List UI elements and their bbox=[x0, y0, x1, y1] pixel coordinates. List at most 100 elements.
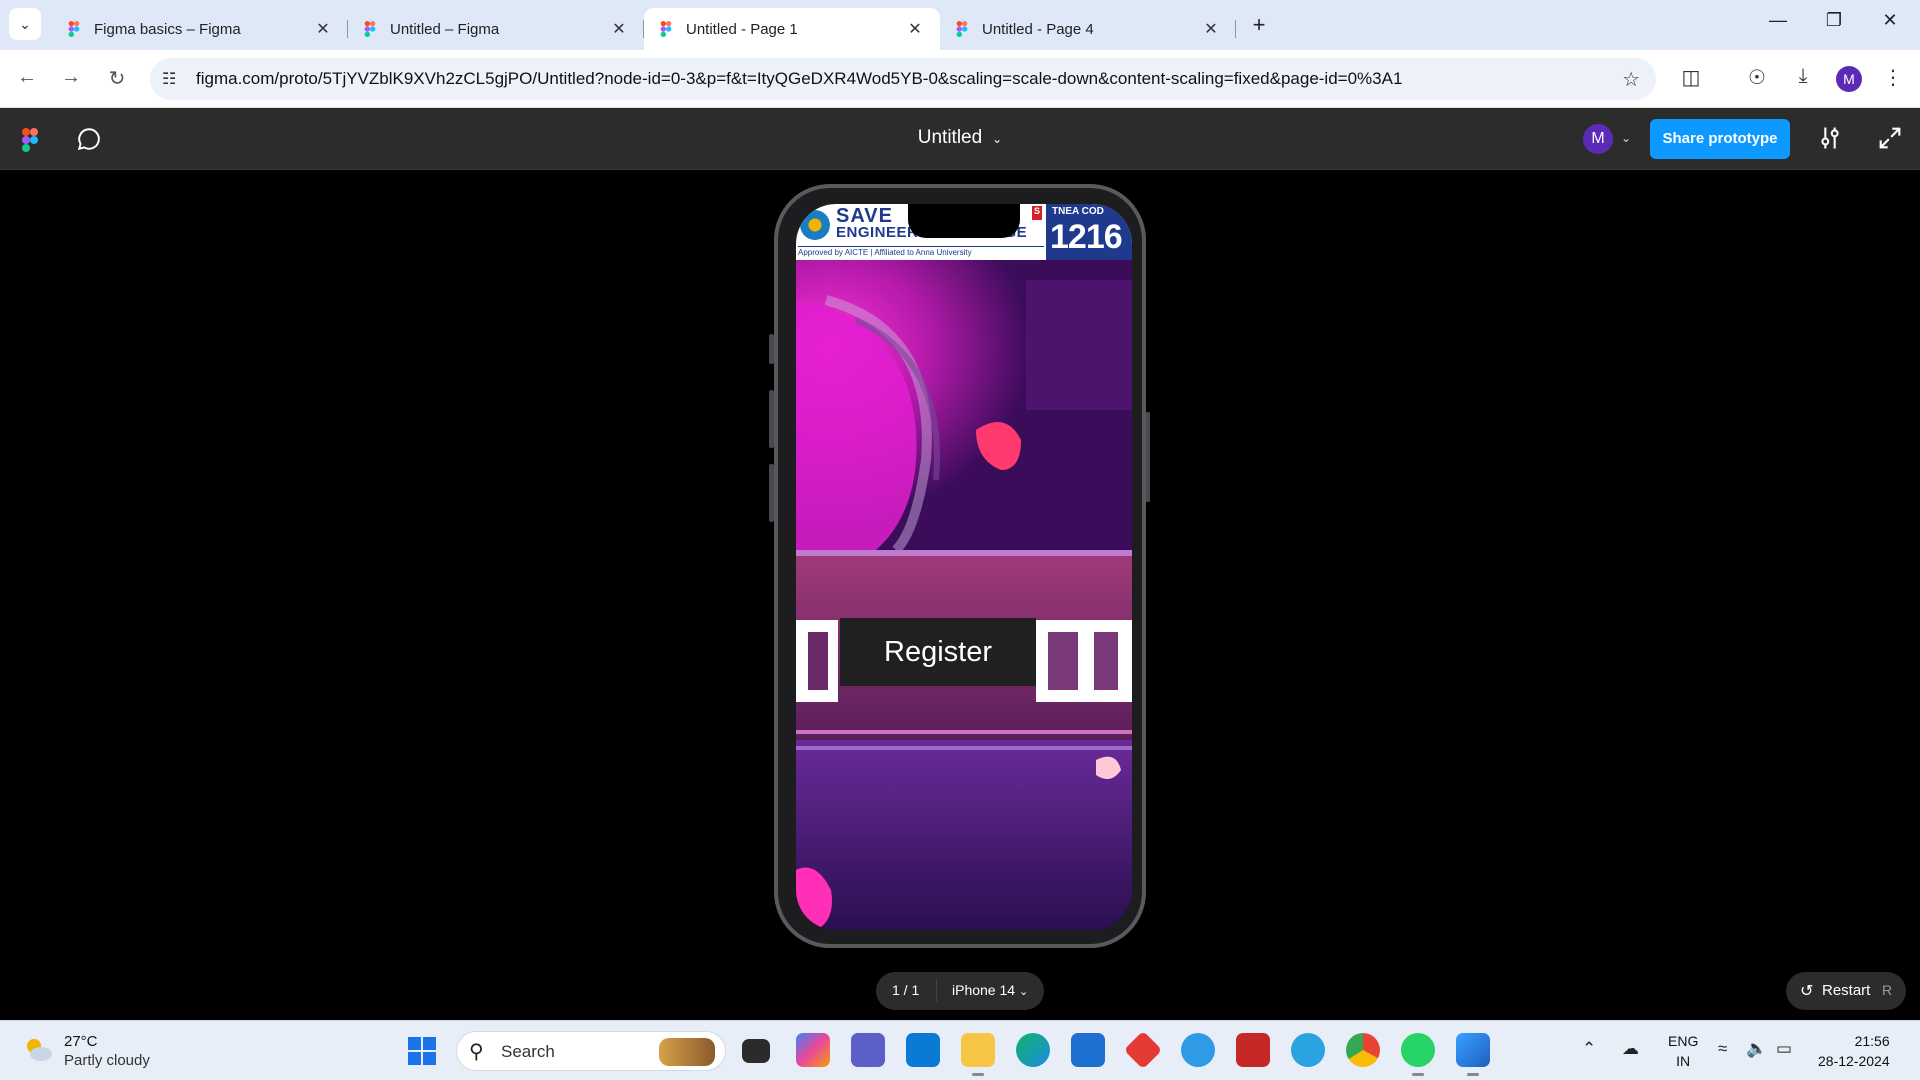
arrow-left-icon: ← bbox=[17, 66, 37, 88]
git-icon[interactable] bbox=[1123, 1030, 1163, 1070]
windows-logo-icon bbox=[408, 1037, 421, 1050]
minimize-icon: — bbox=[1769, 10, 1787, 30]
browser-tab-active[interactable]: Untitled - Page 1 ✕ bbox=[644, 8, 940, 50]
search-highlight-image bbox=[659, 1038, 715, 1066]
settings-sliders-icon[interactable] bbox=[1816, 124, 1844, 152]
tab-separator bbox=[1235, 20, 1236, 38]
partly-cloudy-icon[interactable] bbox=[22, 1035, 54, 1063]
browser-tab[interactable]: Figma basics – Figma ✕ bbox=[52, 8, 348, 50]
download-icon[interactable]: ⤓ bbox=[1788, 65, 1818, 88]
copilot-icon[interactable] bbox=[796, 1033, 830, 1067]
windows-taskbar: 27°C Partly cloudy ⚲ Search ⌃ ☁ ENG IN ≈… bbox=[0, 1020, 1920, 1080]
chevron-down-icon: ⌄ bbox=[992, 132, 1003, 146]
tab-search-button[interactable]: ⌄ bbox=[9, 8, 41, 40]
system-clock[interactable]: 21:56 28-12-2024 bbox=[1818, 1031, 1890, 1071]
store-icon[interactable] bbox=[1071, 1033, 1105, 1067]
browser-tab[interactable]: Untitled - Page 4 ✕ bbox=[940, 8, 1236, 50]
restart-shortcut: R bbox=[1882, 982, 1893, 998]
file-explorer-icon[interactable] bbox=[961, 1033, 995, 1076]
chrome-icon[interactable] bbox=[1346, 1033, 1380, 1067]
new-tab-button[interactable]: + bbox=[1246, 12, 1272, 38]
telegram-icon[interactable] bbox=[1291, 1033, 1325, 1067]
language-indicator[interactable]: ENG IN bbox=[1668, 1031, 1698, 1071]
forward-button[interactable]: → bbox=[56, 66, 86, 89]
address-bar[interactable]: ☷ figma.com/proto/5TjYVZblK9XVh2zCL5gjPO… bbox=[150, 58, 1656, 100]
page-counter: 1 / 1 bbox=[892, 982, 920, 998]
register-button[interactable]: Register bbox=[840, 618, 1036, 686]
close-icon[interactable]: ✕ bbox=[1200, 19, 1222, 39]
windows-logo-icon bbox=[423, 1037, 436, 1050]
close-window-button[interactable]: ✕ bbox=[1870, 10, 1910, 31]
tnea-code: 1216 bbox=[1050, 218, 1123, 256]
clock-time: 21:56 bbox=[1854, 1033, 1890, 1049]
tab-title: Untitled - Page 1 bbox=[686, 20, 798, 38]
tab-title: Untitled – Figma bbox=[390, 20, 500, 38]
url-text: figma.com/proto/5TjYVZblK9XVh2zCL5gjPO/U… bbox=[196, 69, 1403, 88]
restart-label: Restart bbox=[1822, 982, 1871, 999]
language-region: IN bbox=[1676, 1053, 1691, 1069]
browser-tab[interactable]: Untitled – Figma ✕ bbox=[348, 8, 644, 50]
back-button[interactable]: ← bbox=[12, 66, 42, 89]
share-prototype-button[interactable]: Share prototype bbox=[1650, 119, 1790, 159]
show-hidden-icons-chevron-icon[interactable]: ⌃ bbox=[1582, 1039, 1596, 1059]
edge-icon[interactable] bbox=[1016, 1033, 1050, 1067]
chevron-down-icon: ⌄ bbox=[1621, 131, 1632, 145]
mcafee-icon[interactable] bbox=[1236, 1033, 1270, 1067]
teams-icon[interactable] bbox=[851, 1033, 885, 1067]
file-title-menu[interactable]: Untitled ⌄ bbox=[900, 127, 1020, 149]
feedback-icon[interactable] bbox=[1181, 1033, 1215, 1067]
chevron-down-icon: ⌄ bbox=[1018, 986, 1029, 998]
user-avatar: M bbox=[1583, 124, 1613, 154]
file-title: Untitled bbox=[917, 127, 983, 148]
language-code: ENG bbox=[1668, 1033, 1699, 1049]
close-icon[interactable]: ✕ bbox=[904, 19, 926, 39]
site-info-icon[interactable]: ☷ bbox=[162, 69, 176, 89]
battery-icon[interactable]: ▭ bbox=[1776, 1039, 1792, 1059]
figma-favicon-icon bbox=[660, 21, 672, 37]
plus-icon: + bbox=[1252, 12, 1266, 37]
vscode-icon[interactable] bbox=[906, 1033, 940, 1067]
close-icon[interactable]: ✕ bbox=[312, 19, 334, 39]
restore-button[interactable]: ❐ bbox=[1814, 10, 1854, 31]
figma-logo-icon[interactable] bbox=[22, 128, 38, 152]
profile-avatar[interactable]: M bbox=[1836, 66, 1862, 92]
chevron-down-icon: ⌄ bbox=[19, 15, 31, 32]
search-icon: ⚲ bbox=[469, 1041, 484, 1063]
close-icon[interactable]: ✕ bbox=[608, 19, 630, 39]
figma-favicon-icon bbox=[68, 21, 80, 37]
weather-temperature: 27°C bbox=[64, 1033, 98, 1050]
taskbar-search-label: Search bbox=[501, 1042, 555, 1061]
tnea-code-box: TNEA COD 1216 bbox=[1046, 204, 1132, 260]
wifi-icon[interactable]: ≈ bbox=[1718, 1039, 1727, 1059]
weather-description: Partly cloudy bbox=[64, 1052, 150, 1069]
close-icon: ✕ bbox=[1882, 10, 1898, 30]
fullscreen-icon[interactable] bbox=[1876, 124, 1904, 152]
figma-favicon-icon bbox=[364, 21, 376, 37]
extensions-icon[interactable]: ◫ bbox=[1676, 65, 1706, 90]
start-button[interactable] bbox=[408, 1037, 436, 1065]
iphone-frame: SAVE ENGINEERING COLLEGE S Approved by A… bbox=[774, 184, 1146, 948]
whatsapp-icon[interactable] bbox=[1401, 1033, 1435, 1076]
clock-date: 28-12-2024 bbox=[1818, 1053, 1890, 1069]
bookmark-star-icon[interactable]: ☆ bbox=[1622, 67, 1640, 92]
performance-icon[interactable]: ☉ bbox=[1742, 65, 1772, 90]
comment-icon[interactable] bbox=[76, 126, 102, 152]
volume-icon[interactable]: 🔈 bbox=[1746, 1039, 1767, 1059]
phone-notch bbox=[908, 204, 1020, 238]
restart-button[interactable]: ↺ Restart R bbox=[1786, 972, 1906, 1010]
prototype-screen: SAVE ENGINEERING COLLEGE S Approved by A… bbox=[796, 204, 1132, 930]
browser-toolbar: ← → ↻ ☷ figma.com/proto/5TjYVZblK9XVh2zC… bbox=[0, 50, 1920, 108]
device-label: iPhone 14 bbox=[952, 982, 1016, 998]
prototype-pager: 1 / 1 iPhone 14 ⌄ bbox=[876, 972, 1044, 1010]
user-avatar-menu[interactable]: M ⌄ bbox=[1583, 122, 1637, 156]
task-view-icon[interactable] bbox=[742, 1039, 770, 1063]
reload-button[interactable]: ↻ bbox=[102, 66, 132, 91]
photos-icon[interactable] bbox=[1456, 1033, 1490, 1076]
onedrive-cloud-icon[interactable]: ☁ bbox=[1622, 1039, 1639, 1059]
college-approval-text: Approved by AICTE | Affiliated to Anna U… bbox=[798, 246, 1044, 257]
device-selector[interactable]: iPhone 14 ⌄ bbox=[952, 982, 1028, 998]
minimize-button[interactable]: — bbox=[1758, 10, 1798, 31]
menu-dots-icon[interactable]: ⋮ bbox=[1878, 65, 1908, 90]
tab-title: Figma basics – Figma bbox=[94, 20, 241, 38]
taskbar-search[interactable]: ⚲ Search bbox=[456, 1031, 726, 1071]
